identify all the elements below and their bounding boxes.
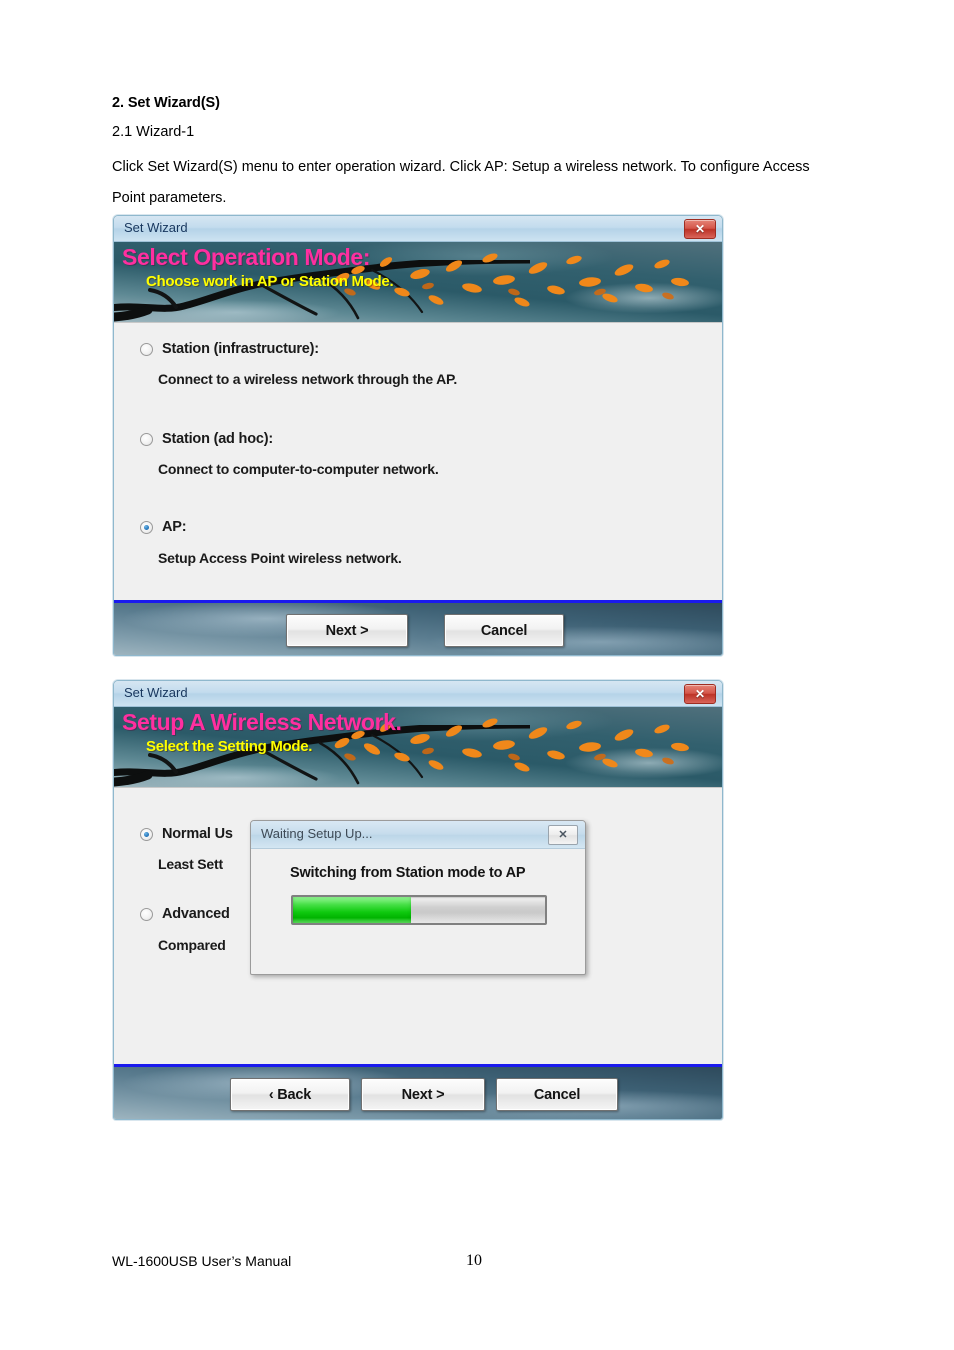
close-icon[interactable]: ✕ [548,825,578,845]
option-advanced[interactable]: Advanced [140,906,230,922]
option-label: Station (ad hoc): [162,431,273,447]
option-station-infrastructure[interactable]: Station (infrastructure): [140,341,319,357]
cancel-button[interactable]: Cancel [496,1078,618,1111]
dialog2-banner-title: Setup A Wireless Network. [122,709,402,735]
next-button[interactable]: Next > [286,614,408,647]
option-normal-user[interactable]: Normal Us [140,826,233,842]
dialog2-title: Set Wizard [124,685,188,700]
back-button[interactable]: ‹ Back [230,1078,350,1111]
dialog2-footer: ‹ Back Next > Cancel [114,1064,722,1119]
option-description: Connect to computer-to-computer network. [158,461,439,477]
option-description: Compared [158,937,226,953]
radio-icon[interactable] [140,432,153,446]
footer-manual-name: WL-1600USB User’s Manual [112,1253,292,1269]
progress-message: Switching from Station mode to AP [290,865,526,881]
dialog1-titlebar: Set Wizard ✕ [114,216,722,242]
dialog1-title: Set Wizard [124,220,188,235]
option-label: Normal Us [162,826,233,842]
dialog2-banner-subtitle: Select the Setting Mode. [146,738,313,755]
option-description: Setup Access Point wireless network. [158,550,402,566]
page-paragraph: Click Set Wizard(S) menu to enter operat… [112,159,810,206]
set-wizard-dialog-1: Set Wizard ✕ Select Operation Mode: Choo… [113,215,723,656]
dialog1-footer: Next > Cancel [114,600,722,655]
dialog1-banner-subtitle: Choose work in AP or Station Mode. [146,273,394,290]
dialog1-banner-title: Select Operation Mode: [122,244,371,270]
progress-bar [291,895,547,925]
progress-dialog-title: Waiting Setup Up... [261,826,373,841]
radio-icon[interactable] [140,342,153,356]
option-station-adhoc[interactable]: Station (ad hoc): [140,431,273,447]
close-icon-glyph: ✕ [694,222,706,236]
progress-dialog-titlebar: Waiting Setup Up... ✕ [251,821,585,849]
cancel-button[interactable]: Cancel [444,614,564,647]
option-description: Least Sett [158,856,223,872]
radio-icon-selected[interactable] [140,827,153,841]
radio-icon-selected[interactable] [140,520,153,534]
next-button[interactable]: Next > [361,1078,485,1111]
dialog2-banner: Setup A Wireless Network. Select the Set… [114,707,722,788]
waiting-setup-dialog: Waiting Setup Up... ✕ Switching from Sta… [250,820,586,975]
manual-page: 2. Set Wizard(S) 2.1 Wizard-1 Click Set … [0,0,954,1350]
close-icon[interactable]: ✕ [684,219,716,239]
option-label: AP: [162,519,187,535]
option-label: Advanced [162,906,230,922]
close-icon-glyph: ✕ [694,687,706,701]
footer-page-number: 10 [466,1252,482,1269]
option-description: Connect to a wireless network through th… [158,371,458,387]
page-subheading: 2.1 Wizard-1 [112,124,195,140]
radio-icon[interactable] [140,907,153,921]
option-ap[interactable]: AP: [140,519,187,535]
dialog2-titlebar: Set Wizard ✕ [114,681,722,707]
close-icon-glyph: ✕ [558,828,568,841]
dialog1-banner: Select Operation Mode: Choose work in AP… [114,242,722,323]
page-heading: 2. Set Wizard(S) [112,95,220,111]
close-icon[interactable]: ✕ [684,684,716,704]
progress-bar-fill [293,897,412,923]
option-label: Station (infrastructure): [162,341,319,357]
